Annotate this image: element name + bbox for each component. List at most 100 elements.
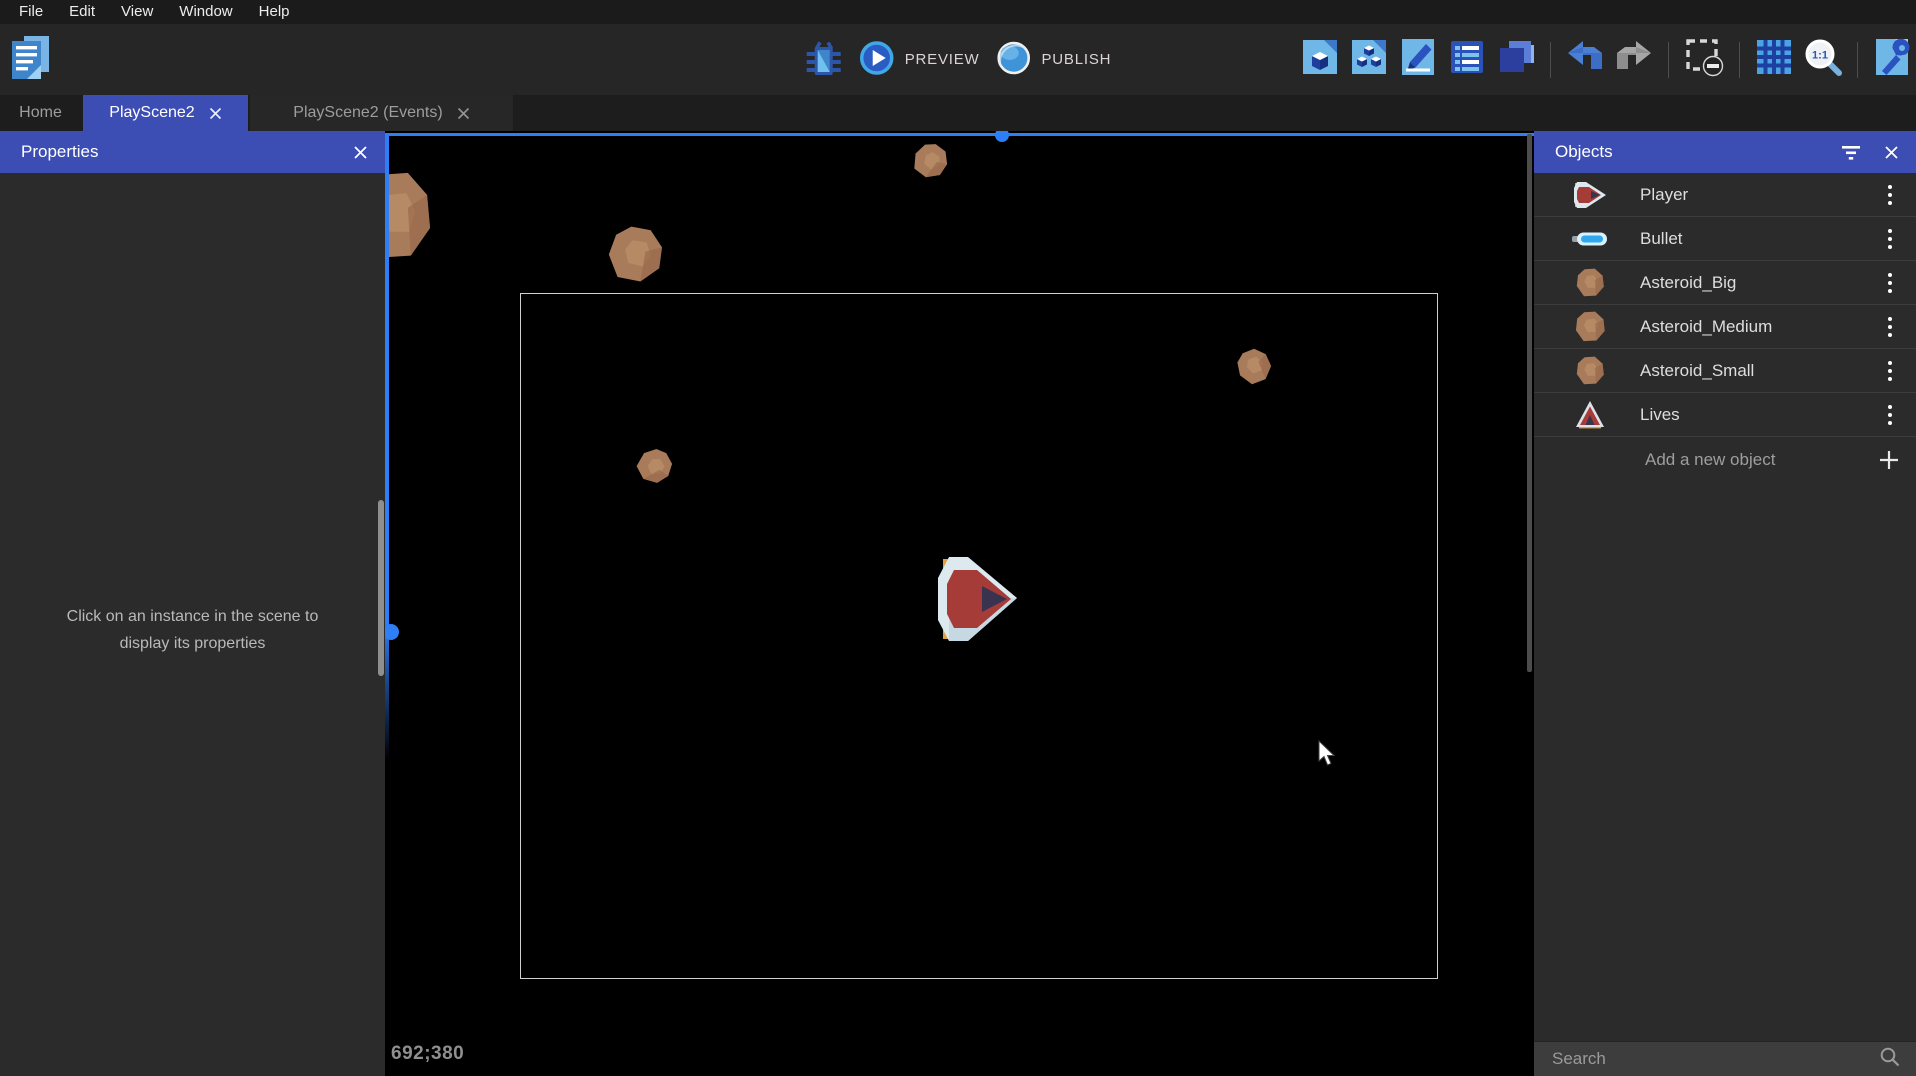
player-ship-instance[interactable] xyxy=(937,556,1019,642)
object-page-icon xyxy=(1300,37,1340,82)
toolbar-separator xyxy=(1550,42,1551,78)
selection-handle-top[interactable] xyxy=(995,131,1009,142)
filter-icon[interactable] xyxy=(1842,145,1860,160)
asteroid-icon xyxy=(1572,356,1608,386)
asteroid-big-instance[interactable] xyxy=(600,220,670,290)
object-row-lives[interactable]: Lives xyxy=(1534,393,1916,437)
main-toolbar: PREVIEW PUBLISH xyxy=(0,24,1916,95)
object-row-asteroid-small[interactable]: Asteroid_Small xyxy=(1534,349,1916,393)
properties-panel-title: Properties xyxy=(21,142,329,162)
object-groups-icon xyxy=(1349,37,1389,82)
edit-object-groups-button[interactable] xyxy=(1349,37,1389,82)
object-menu-kebab-icon[interactable] xyxy=(1882,313,1898,341)
asteroid-big-instance[interactable] xyxy=(385,171,433,263)
instances-list-icon xyxy=(1447,37,1487,82)
edit-scene-properties-button[interactable] xyxy=(1398,37,1438,82)
cursor-coordinates: 692;380 xyxy=(391,1043,464,1065)
object-label: Asteroid_Medium xyxy=(1640,317,1882,337)
project-manager-icon xyxy=(9,34,53,87)
object-menu-kebab-icon[interactable] xyxy=(1882,181,1898,209)
edit-layers-button[interactable] xyxy=(1496,37,1536,82)
grid-icon xyxy=(1754,37,1794,82)
clear-selection-button[interactable] xyxy=(1683,37,1725,82)
menu-file[interactable]: File xyxy=(6,0,56,24)
object-row-asteroid-big[interactable]: Asteroid_Big xyxy=(1534,261,1916,305)
toolbar-right-group: 1:1 xyxy=(1300,24,1912,95)
properties-scrollbar[interactable] xyxy=(378,500,384,676)
publish-label: PUBLISH xyxy=(1041,51,1111,68)
toolbar-separator xyxy=(1739,42,1740,78)
preview-label: PREVIEW xyxy=(905,51,980,68)
scene-canvas[interactable]: 692;380 xyxy=(385,131,1534,1076)
objects-panel-title: Objects xyxy=(1555,142,1818,162)
object-menu-kebab-icon[interactable] xyxy=(1882,225,1898,253)
bullet-icon xyxy=(1572,232,1608,246)
selection-remove-icon xyxy=(1683,37,1725,82)
open-instances-list-button[interactable] xyxy=(1447,37,1487,82)
menu-bar: File Edit View Window Help xyxy=(0,0,1916,24)
menu-view[interactable]: View xyxy=(108,0,166,24)
undo-arrow-icon xyxy=(1565,39,1605,80)
toolbar-separator xyxy=(1857,42,1858,78)
toolbar-separator xyxy=(1668,42,1669,78)
objects-close-icon[interactable] xyxy=(1884,145,1899,160)
redo-arrow-icon xyxy=(1614,39,1654,80)
menu-edit[interactable]: Edit xyxy=(56,0,108,24)
canvas-scrollbar[interactable] xyxy=(1527,134,1532,672)
add-new-object-button[interactable]: Add a new object xyxy=(1534,437,1916,483)
publish-globe-icon xyxy=(995,40,1031,80)
object-label: Asteroid_Big xyxy=(1640,273,1882,293)
debug-bug-icon xyxy=(805,36,843,83)
object-menu-kebab-icon[interactable] xyxy=(1882,269,1898,297)
asteroid-small-instance[interactable] xyxy=(905,136,956,187)
tab-playscene2-close-icon[interactable] xyxy=(209,107,222,120)
preview-button[interactable]: PREVIEW xyxy=(859,40,980,80)
tab-playscene2-label: PlayScene2 xyxy=(109,104,194,122)
menu-help[interactable]: Help xyxy=(246,0,303,24)
search-icon xyxy=(1879,1046,1901,1073)
properties-panel-header: Properties xyxy=(0,131,385,173)
objects-search-input[interactable] xyxy=(1552,1049,1879,1069)
edit-objects-button[interactable] xyxy=(1300,37,1340,82)
object-label: Bullet xyxy=(1640,229,1882,249)
selection-edge-top xyxy=(385,133,1534,136)
selection-handle-left[interactable] xyxy=(385,624,399,640)
tab-home[interactable]: Home xyxy=(0,95,81,131)
object-label: Asteroid_Small xyxy=(1640,361,1882,381)
redo-button[interactable] xyxy=(1614,39,1654,80)
tab-playscene2-events[interactable]: PlayScene2 (Events) xyxy=(250,95,513,131)
debug-button[interactable] xyxy=(805,36,843,83)
objects-panel-header: Objects xyxy=(1534,131,1916,173)
object-row-bullet[interactable]: Bullet xyxy=(1534,217,1916,261)
asteroid-icon xyxy=(1572,311,1608,343)
toolbar-center-group: PREVIEW PUBLISH xyxy=(805,24,1112,95)
tab-playscene2[interactable]: PlayScene2 xyxy=(83,95,248,131)
tab-playscene2-events-close-icon[interactable] xyxy=(457,107,470,120)
undo-button[interactable] xyxy=(1565,39,1605,80)
zoom-1-1-icon: 1:1 xyxy=(1803,37,1843,82)
layers-icon xyxy=(1496,37,1536,82)
project-manager-button[interactable] xyxy=(8,36,54,84)
tab-playscene2-events-label: PlayScene2 (Events) xyxy=(293,104,442,122)
plus-icon[interactable] xyxy=(1878,449,1900,471)
menu-window[interactable]: Window xyxy=(166,0,245,24)
toggle-grid-button[interactable] xyxy=(1754,37,1794,82)
publish-button[interactable]: PUBLISH xyxy=(995,40,1111,80)
objects-search-bar xyxy=(1534,1041,1916,1076)
player-ship-icon xyxy=(1572,181,1608,209)
tab-bar: Home PlayScene2 PlayScene2 (Events) xyxy=(0,95,1916,131)
scene-settings-button[interactable] xyxy=(1872,37,1912,82)
object-menu-kebab-icon[interactable] xyxy=(1882,357,1898,385)
gdevelop-window: File Edit View Window Help xyxy=(0,0,1916,1076)
properties-close-icon[interactable] xyxy=(353,145,368,160)
asteroid-icon xyxy=(1572,268,1608,298)
zoom-1-1-button[interactable]: 1:1 xyxy=(1803,37,1843,82)
tab-home-label: Home xyxy=(19,104,62,122)
object-row-player[interactable]: Player xyxy=(1534,173,1916,217)
ship-up-icon xyxy=(1572,400,1608,430)
object-label: Player xyxy=(1640,185,1882,205)
object-row-asteroid-medium[interactable]: Asteroid_Medium xyxy=(1534,305,1916,349)
object-label: Lives xyxy=(1640,405,1882,425)
object-menu-kebab-icon[interactable] xyxy=(1882,401,1898,429)
selection-edge-left xyxy=(385,133,389,761)
